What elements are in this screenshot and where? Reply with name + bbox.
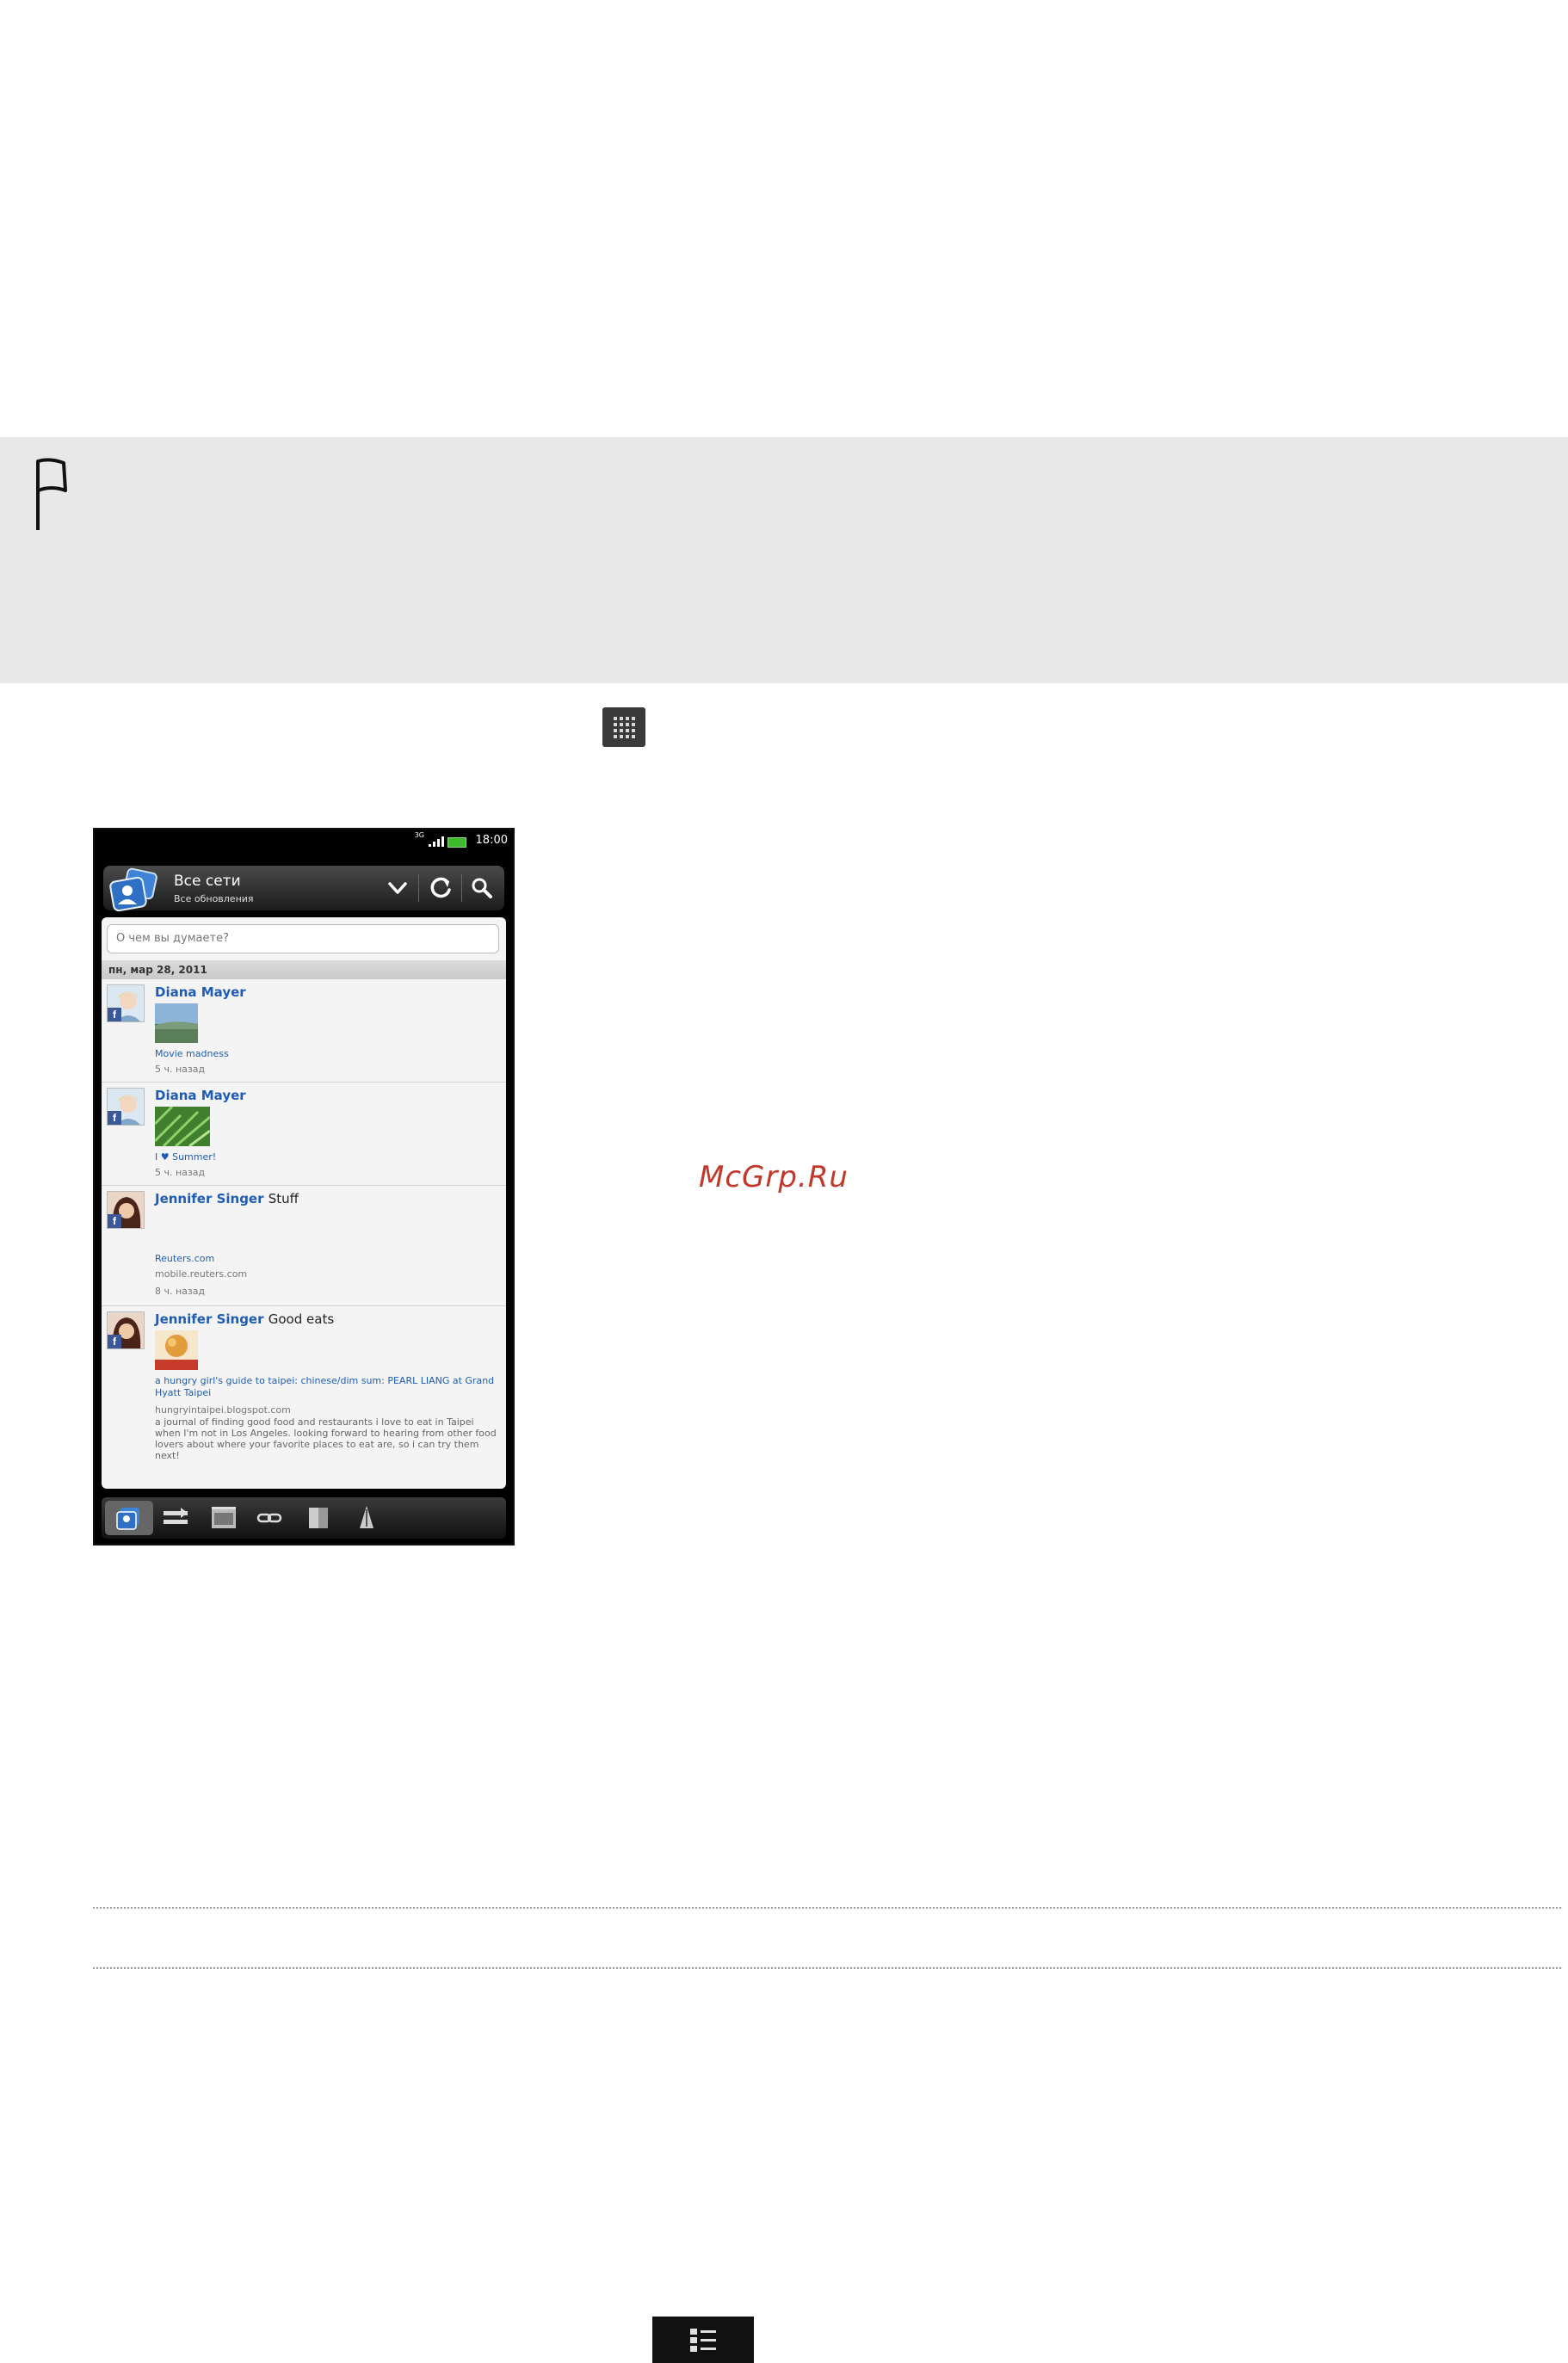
post-domain: mobile.reuters.com	[155, 1268, 248, 1280]
dotted-divider	[93, 1907, 1561, 1909]
app-header: Все сети Все обновления	[103, 866, 504, 912]
avatar: f	[107, 984, 145, 1022]
notifications-tab-icon[interactable]	[351, 1504, 382, 1532]
avatar: f	[107, 1311, 145, 1349]
feed-post[interactable]: f Diana Mayer I ♥ Summer! 5 ч. назад	[102, 1083, 506, 1186]
updates-tab-icon[interactable]	[114, 1504, 145, 1532]
post-time: 5 ч. назад	[155, 1167, 206, 1178]
search-icon[interactable]	[466, 873, 497, 904]
refresh-icon[interactable]	[425, 873, 456, 904]
post-time: 5 ч. назад	[155, 1064, 206, 1075]
post-author[interactable]: Jennifer Singer Stuff	[155, 1191, 299, 1206]
header-separator	[418, 874, 419, 902]
post-message: Stuff	[268, 1191, 299, 1206]
facebook-icon: f	[108, 1335, 121, 1348]
note-box	[0, 437, 1568, 683]
facebook-icon: f	[108, 1008, 121, 1021]
post-message: Good eats	[268, 1311, 335, 1327]
post-time: 8 ч. назад	[155, 1286, 206, 1297]
all-apps-grid-icon	[602, 707, 645, 747]
post-author[interactable]: Diana Mayer	[155, 984, 246, 1000]
post-author[interactable]: Jennifer Singer Good eats	[155, 1311, 334, 1327]
photos-tab-icon[interactable]	[208, 1504, 239, 1532]
dotted-divider	[93, 1967, 1561, 1969]
post-author[interactable]: Diana Mayer	[155, 1088, 246, 1103]
header-separator	[461, 874, 462, 902]
post-author-name[interactable]: Jennifer Singer	[155, 1311, 264, 1327]
watermark-text: McGrp.Ru	[699, 1160, 849, 1194]
facebook-icon: f	[108, 1111, 121, 1125]
post-author-name[interactable]: Jennifer Singer	[155, 1191, 264, 1206]
feed-content: О чем вы думаете? пн, мар 28, 2011 f Dia…	[102, 917, 506, 1489]
phone-screenshot: 3G 18:00 Все сети Все обновления О чем в…	[93, 828, 515, 1546]
feed-post[interactable]: f Diana Mayer Movie madness 5 ч. назад	[102, 979, 506, 1083]
post-link[interactable]: I ♥ Summer!	[155, 1151, 216, 1163]
post-photo[interactable]	[155, 1330, 198, 1370]
status-bar: 3G 18:00	[95, 830, 513, 852]
feed-post[interactable]: f Jennifer Singer Stuff Reuters.com mobi…	[102, 1186, 506, 1306]
post-description: a journal of finding good food and resta…	[155, 1416, 497, 1461]
post-photo[interactable]	[155, 1107, 210, 1146]
avatar: f	[107, 1088, 145, 1126]
menu-list-icon	[652, 2317, 754, 2363]
network-type: 3G	[414, 831, 424, 839]
avatar: f	[107, 1191, 145, 1229]
post-domain: hungryintaipei.blogspot.com	[155, 1404, 291, 1416]
header-subtitle: Все обновления	[174, 893, 254, 904]
messages-tab-icon[interactable]	[303, 1504, 334, 1532]
post-link[interactable]: a hungry girl's guide to taipei: chinese…	[155, 1375, 499, 1399]
status-tab-icon[interactable]	[160, 1504, 191, 1532]
date-header: пн, мар 28, 2011	[102, 960, 506, 979]
flag-icon	[36, 458, 67, 530]
feed-post[interactable]: f Jennifer Singer Good eats a hungry gir…	[102, 1306, 506, 1489]
status-compose-input[interactable]: О чем вы думаете?	[107, 924, 499, 953]
post-photo[interactable]	[155, 1003, 198, 1043]
battery-icon	[448, 837, 466, 848]
header-title: Все сети	[174, 873, 241, 890]
post-link[interactable]: Movie madness	[155, 1048, 229, 1059]
dropdown-chevron-icon[interactable]	[382, 873, 413, 904]
signal-icon	[429, 836, 444, 847]
facebook-icon: f	[108, 1214, 121, 1228]
bottom-tab-bar	[102, 1497, 506, 1539]
post-link[interactable]: Reuters.com	[155, 1253, 214, 1264]
clock: 18:00	[475, 834, 508, 847]
friend-stream-logo-icon	[109, 867, 157, 912]
links-tab-icon[interactable]	[255, 1504, 286, 1532]
